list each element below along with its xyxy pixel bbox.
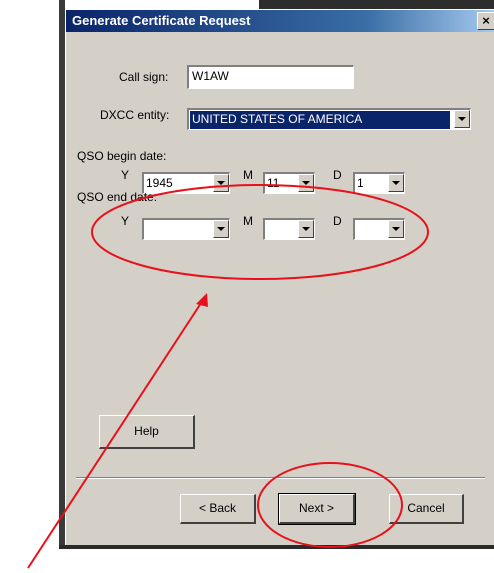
call-sign-value: W1AW [192,69,229,83]
help-button[interactable]: Help [99,415,195,449]
end-year-select[interactable] [142,218,230,240]
chevron-down-icon[interactable] [388,220,404,238]
chevron-down-icon[interactable] [213,174,229,192]
chevron-down-icon[interactable] [298,174,314,192]
background-window [259,0,494,9]
cancel-button[interactable]: Cancel [389,494,464,524]
next-button[interactable]: Next > [278,493,356,525]
close-button[interactable]: × [477,12,494,30]
dialog-title: Generate Certificate Request [72,13,251,28]
dxcc-entity-select[interactable]: UNITED STATES OF AMERICA [187,108,471,130]
title-bar: Generate Certificate Request × [66,10,494,32]
chevron-down-icon[interactable] [213,220,229,238]
chevron-down-icon[interactable] [454,110,470,128]
begin-year-value: 1945 [146,176,173,190]
begin-month-value: 11 [267,176,280,190]
end-month-label: M [243,214,253,228]
dxcc-entity-label: DXCC entity: [100,108,170,122]
end-day-select[interactable] [353,218,405,240]
end-month-select[interactable] [263,218,315,240]
back-button[interactable]: < Back [180,494,256,524]
close-icon: × [482,13,490,28]
begin-day-label: D [333,168,342,182]
qso-end-date-label: QSO end date: [77,190,158,204]
begin-year-label: Y [121,168,130,182]
button-separator [76,477,485,479]
begin-day-select[interactable]: 1 [353,172,405,194]
begin-month-select[interactable]: 11 [263,172,315,194]
chevron-down-icon[interactable] [298,220,314,238]
begin-month-label: M [243,168,253,182]
qso-begin-date-label: QSO begin date: [77,149,167,163]
begin-day-value: 1 [357,176,364,190]
generate-certificate-dialog: Generate Certificate Request × Call sign… [65,9,494,545]
chevron-down-icon[interactable] [388,174,404,192]
window-shadow-bottom [59,545,494,549]
end-year-label: Y [121,214,130,228]
call-sign-input[interactable]: W1AW [187,65,354,89]
dxcc-entity-value: UNITED STATES OF AMERICA [190,111,450,129]
end-day-label: D [333,214,342,228]
call-sign-label: Call sign: [119,70,169,84]
